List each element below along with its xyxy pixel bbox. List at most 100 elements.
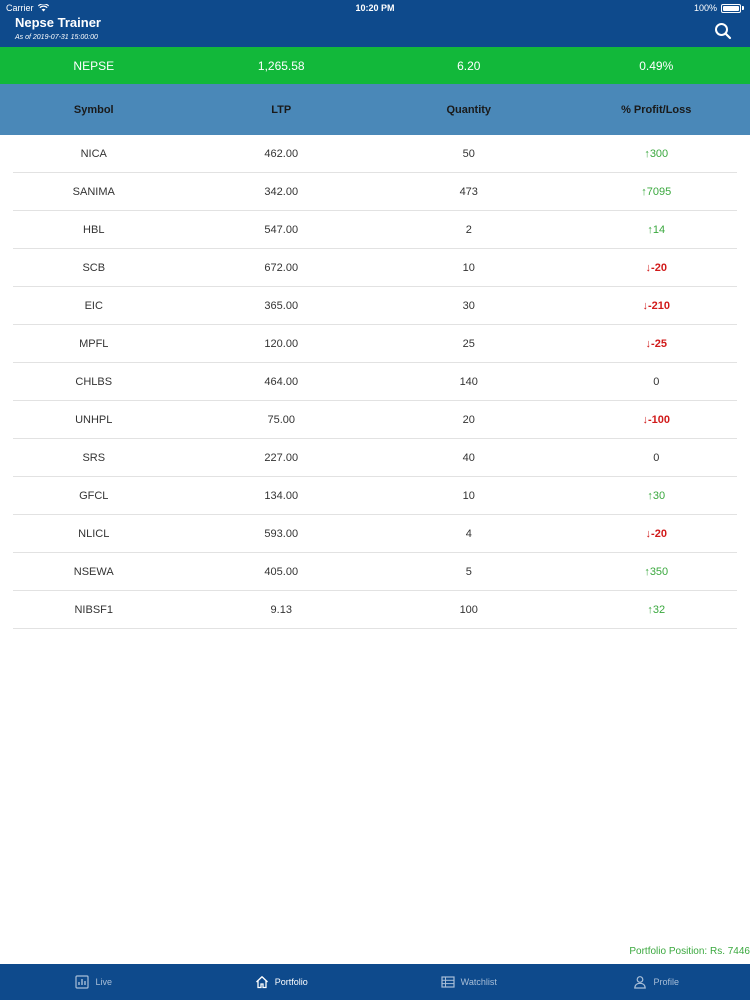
cell-profit-loss: ↓-210	[642, 299, 671, 312]
tab-profile-label: Profile	[653, 977, 679, 987]
cell-ltp: 365.00	[264, 299, 299, 312]
index-percent: 0.49%	[639, 58, 674, 73]
app-title: Nepse Trainer	[15, 15, 101, 30]
battery-label: 100%	[693, 3, 717, 13]
cell-symbol: NLICL	[78, 527, 110, 540]
cell-profit-loss: ↓-20	[645, 261, 667, 274]
cell-ltp: 342.00	[264, 185, 299, 198]
battery-tip	[742, 6, 744, 10]
cell-quantity: 10	[462, 489, 475, 502]
cell-symbol: SRS	[82, 451, 106, 464]
cell-profit-loss: ↓-20	[645, 527, 667, 540]
app-header: Carrier 10:20 PM 100% Nepse Trainer As o…	[0, 0, 750, 47]
tab-portfolio[interactable]: Portfolio	[188, 964, 376, 1000]
app-screen: Carrier 10:20 PM 100% Nepse Trainer As o…	[0, 0, 750, 1000]
cell-symbol: EIC	[84, 299, 103, 312]
home-icon	[255, 976, 268, 989]
person-icon	[634, 976, 647, 989]
cell-quantity: 40	[462, 451, 475, 464]
cell-ltp: 672.00	[264, 261, 299, 274]
cell-profit-loss: ↑30	[647, 489, 666, 502]
cell-ltp: 75.00	[267, 413, 296, 426]
table-row[interactable]: SCB 672.00 10 ↓-20	[13, 249, 737, 287]
cell-ltp: 405.00	[264, 565, 299, 578]
cell-quantity: 100	[459, 603, 478, 616]
cell-profit-loss: ↑14	[647, 223, 666, 236]
cell-ltp: 593.00	[264, 527, 299, 540]
tab-portfolio-label: Portfolio	[274, 977, 308, 987]
index-name: NEPSE	[73, 58, 115, 73]
tab-live-label: Live	[95, 977, 112, 987]
cell-ltp: 462.00	[264, 147, 299, 160]
table-row[interactable]: NIBSF1 9.13 100 ↑32	[13, 591, 737, 629]
nepse-index-bar: NEPSE 1,265.58 6.20 0.49%	[0, 47, 750, 84]
table-row[interactable]: NLICL 593.00 4 ↓-20	[13, 515, 737, 553]
cell-ltp: 9.13	[270, 603, 292, 616]
cell-profit-loss: ↑7095	[641, 185, 672, 198]
cell-quantity: 4	[465, 527, 472, 540]
table-row[interactable]: CHLBS 464.00 140 0	[13, 363, 737, 401]
tab-watchlist-label: Watchlist	[460, 977, 497, 987]
index-value: 1,265.58	[257, 58, 305, 73]
cell-symbol: NIBSF1	[74, 603, 113, 616]
table-row[interactable]: SRS 227.00 40 0	[13, 439, 737, 477]
portfolio-table: NICA 462.00 50 ↑300 SANIMA 342.00 473 ↑7095 HBL 5…	[0, 135, 750, 629]
column-profit-loss[interactable]: % Profit/Loss	[563, 84, 750, 135]
cell-profit-loss: ↑32	[647, 603, 666, 616]
table-row[interactable]: NSEWA 405.00 5 ↑350	[13, 553, 737, 591]
cell-symbol: UNHPL	[75, 413, 113, 426]
cell-ltp: 120.00	[264, 337, 299, 350]
cell-ltp: 547.00	[264, 223, 299, 236]
status-right: 100%	[694, 3, 744, 13]
table-row[interactable]: GFCL 134.00 10 ↑30	[13, 477, 737, 515]
table-row[interactable]: EIC 365.00 30 ↓-210	[13, 287, 737, 325]
cell-quantity: 20	[462, 413, 475, 426]
portfolio-position: Portfolio Position: Rs. 7446	[629, 946, 750, 957]
table-row[interactable]: NICA 462.00 50 ↑300	[13, 135, 737, 173]
cell-symbol: NICA	[80, 147, 107, 160]
cell-profit-loss: ↑350	[644, 565, 669, 578]
cell-quantity: 50	[462, 147, 475, 160]
column-ltp[interactable]: LTP	[188, 84, 376, 135]
cell-symbol: GFCL	[79, 489, 109, 502]
cell-quantity: 2	[465, 223, 472, 236]
cell-symbol: CHLBS	[75, 375, 113, 388]
cell-profit-loss: ↓-25	[645, 337, 667, 350]
chart-icon	[75, 975, 90, 989]
cell-profit-loss: 0	[653, 375, 660, 388]
cell-ltp: 464.00	[264, 375, 299, 388]
cell-quantity: 25	[462, 337, 475, 350]
index-change: 6.20	[457, 58, 481, 73]
tab-live[interactable]: Live	[0, 964, 188, 1000]
table-header: Symbol LTP Quantity % Profit/Loss	[0, 84, 750, 135]
as-of-timestamp: As of 2019-07-31 15:00:00	[15, 34, 98, 41]
cell-profit-loss: ↓-100	[642, 413, 671, 426]
search-icon[interactable]	[714, 22, 732, 40]
column-quantity[interactable]: Quantity	[375, 84, 563, 135]
cell-ltp: 227.00	[264, 451, 299, 464]
table-row[interactable]: HBL 547.00 2 ↑14	[13, 211, 737, 249]
table-row[interactable]: SANIMA 342.00 473 ↑7095	[13, 173, 737, 211]
cell-ltp: 134.00	[264, 489, 299, 502]
cell-quantity: 140	[459, 375, 478, 388]
cell-symbol: SANIMA	[72, 185, 115, 198]
cell-profit-loss: ↑300	[644, 147, 669, 160]
status-bar: Carrier 10:20 PM 100%	[0, 0, 750, 16]
status-time: 10:20 PM	[355, 3, 395, 13]
tab-bar: Live Portfolio Watchlist Profile	[0, 964, 750, 1000]
cell-quantity: 473	[459, 185, 478, 198]
cell-quantity: 10	[462, 261, 475, 274]
table-row[interactable]: MPFL 120.00 25 ↓-25	[13, 325, 737, 363]
column-symbol[interactable]: Symbol	[0, 84, 188, 135]
list-icon	[441, 976, 455, 988]
cell-symbol: HBL	[83, 223, 105, 236]
table-row[interactable]: UNHPL 75.00 20 ↓-100	[13, 401, 737, 439]
cell-quantity: 5	[465, 565, 472, 578]
cell-quantity: 30	[462, 299, 475, 312]
battery-icon	[721, 3, 741, 13]
cell-symbol: NSEWA	[73, 565, 114, 578]
tab-profile[interactable]: Profile	[563, 964, 750, 1000]
tab-watchlist[interactable]: Watchlist	[375, 964, 563, 1000]
cell-symbol: SCB	[82, 261, 106, 274]
cell-symbol: MPFL	[79, 337, 109, 350]
